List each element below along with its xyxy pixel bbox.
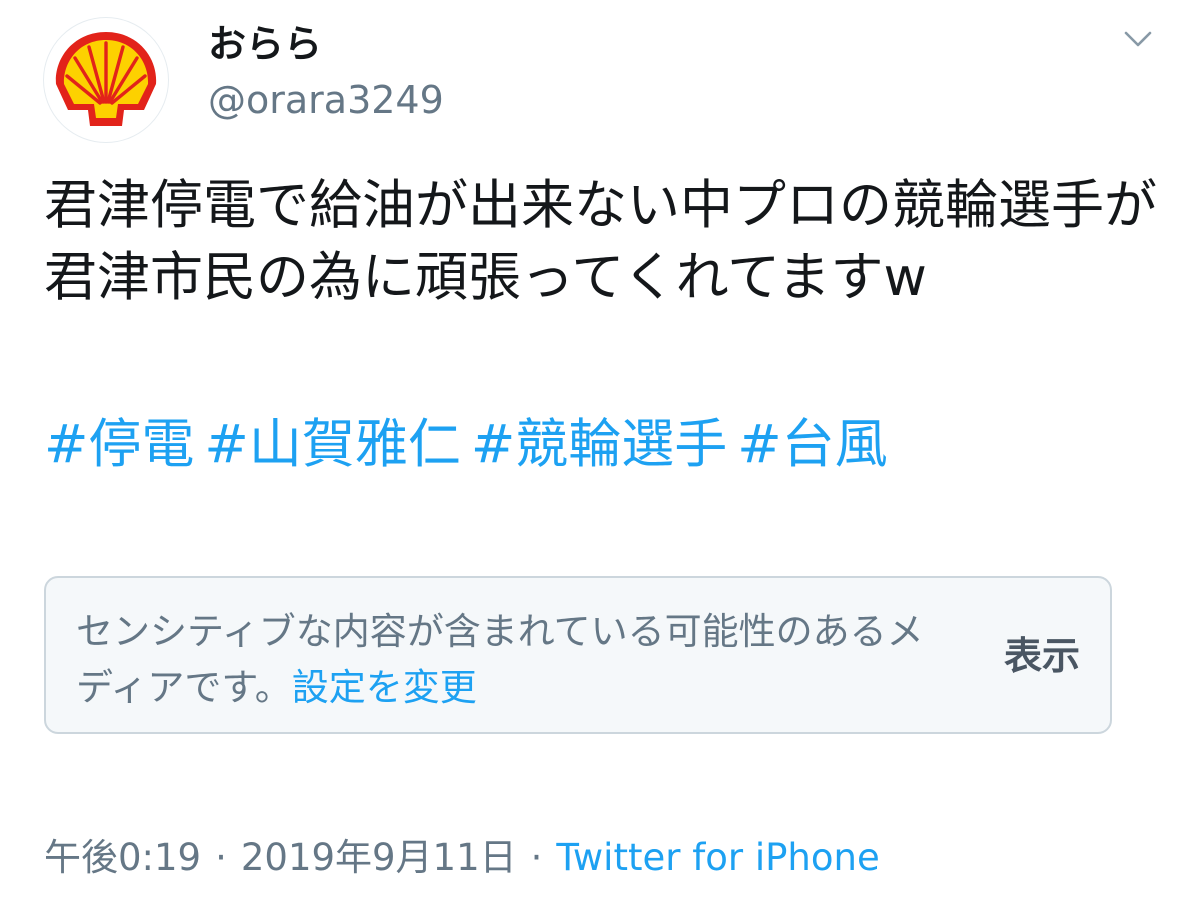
- hashtag-link[interactable]: #山賀雅仁: [204, 414, 460, 475]
- avatar[interactable]: [43, 17, 169, 143]
- change-settings-link[interactable]: 設定を変更: [292, 666, 477, 709]
- meta-separator: ·: [530, 836, 543, 879]
- tweet-meta: 午後0:19 · 2019年9月11日 · Twitter for iPhone: [44, 832, 880, 884]
- meta-separator: ·: [215, 836, 227, 879]
- shell-logo-icon: [55, 32, 157, 126]
- tweet-time[interactable]: 午後0:19: [44, 836, 201, 879]
- tweet-menu-button[interactable]: [1118, 22, 1158, 56]
- sensitive-media-text: センシティブな内容が含まれている可能性のあるメディアです。設定を変更: [76, 604, 956, 716]
- chevron-down-icon: [1124, 31, 1152, 47]
- hashtag-link[interactable]: #台風: [737, 414, 887, 475]
- user-handle[interactable]: @orara3249: [208, 76, 444, 124]
- show-media-button[interactable]: 表示: [1004, 630, 1080, 682]
- display-name[interactable]: おらら: [208, 20, 322, 68]
- hashtag-link[interactable]: #競輪選手: [471, 414, 727, 475]
- sensitive-warning-label: センシティブな内容が含まれている可能性のあるメディアです。: [76, 610, 924, 709]
- tweet-text: 君津停電で給油が出来ない中プロの競輪選手が君津市民の為に頑張ってくれてますw: [44, 175, 1157, 308]
- hashtag-list: #停電 #山賀雅仁 #競輪選手 #台風: [44, 410, 898, 480]
- tweet-source-link[interactable]: Twitter for iPhone: [556, 836, 879, 879]
- sensitive-media-warning: センシティブな内容が含まれている可能性のあるメディアです。設定を変更 表示: [44, 576, 1112, 734]
- hashtag-link[interactable]: #停電: [44, 414, 194, 475]
- tweet-date[interactable]: 2019年9月11日: [241, 836, 517, 879]
